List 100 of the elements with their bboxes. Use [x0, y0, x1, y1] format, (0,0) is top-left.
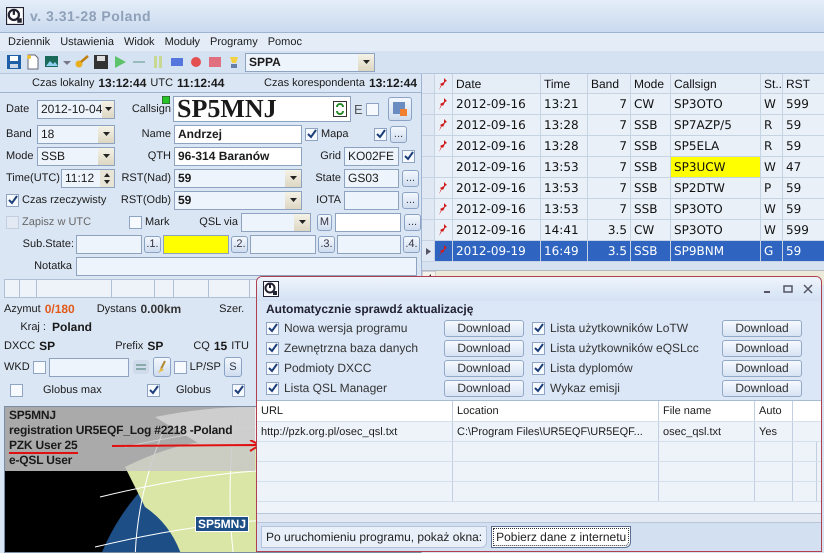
name-field[interactable]: Andrzej: [174, 124, 302, 144]
download-button[interactable]: Download: [722, 360, 802, 376]
sub-state-button[interactable]: .1.: [144, 236, 161, 252]
sub-state-button[interactable]: .2.: [231, 236, 248, 252]
state-field[interactable]: GS03: [344, 168, 399, 188]
column-header[interactable]: Location: [453, 401, 659, 421]
option-label[interactable]: Lista użytkowników LoTW: [532, 321, 722, 335]
log-row[interactable]: 2012-09-16 13:28 7 SSB SP7AZP/5 R 59: [422, 115, 824, 136]
maximize-icon[interactable]: [783, 284, 793, 294]
option-label[interactable]: Zewnętrzna baza danych: [266, 341, 444, 355]
menu-item[interactable]: Pomoc: [264, 36, 306, 48]
swap-icon[interactable]: [132, 358, 150, 376]
checkbox[interactable]: [266, 342, 279, 354]
column-header[interactable]: Time: [541, 74, 588, 93]
square-icon[interactable]: [207, 54, 223, 70]
sub-state-button[interactable]: .3.: [318, 236, 335, 252]
scrollbar[interactable]: [257, 513, 821, 523]
menu-item[interactable]: Moduły: [160, 36, 204, 48]
download-button[interactable]: Download: [722, 340, 802, 356]
qsl-via-dropdown[interactable]: [241, 212, 311, 232]
option-label[interactable]: Lista QSL Manager: [266, 381, 444, 395]
brush-button[interactable]: [152, 357, 171, 377]
column-header[interactable]: RST: [783, 74, 824, 93]
sub-state-button[interactable]: .4.: [403, 236, 420, 252]
mode-dropdown[interactable]: SSB: [37, 146, 115, 166]
download-button[interactable]: Download: [444, 340, 524, 356]
option-label[interactable]: Lista dyplomów: [532, 361, 722, 375]
profile-dropdown[interactable]: SPPA: [245, 52, 375, 72]
menu-item[interactable]: Widok: [120, 36, 159, 48]
checkbox[interactable]: [532, 362, 545, 374]
band-dropdown[interactable]: 18: [37, 124, 115, 144]
checkbox[interactable]: [532, 322, 545, 334]
log-row[interactable]: 2012-09-16 13:28 7 SSB SP5ELA R 59: [422, 136, 824, 157]
s-button[interactable]: S: [224, 357, 242, 377]
download-button[interactable]: Download: [444, 320, 524, 336]
more-button[interactable]: ...: [402, 192, 419, 208]
sub-state-field[interactable]: [76, 234, 142, 254]
row-selector[interactable]: [422, 241, 435, 261]
menu-item[interactable]: Ustawienia: [56, 36, 118, 48]
checkbox[interactable]: [305, 128, 318, 140]
option-label[interactable]: Nowa wersja programu: [266, 321, 444, 335]
record-icon[interactable]: [188, 54, 204, 70]
checkbox[interactable]: [174, 360, 187, 374]
option-label[interactable]: Podmioty DXCC: [266, 361, 444, 375]
iota-field[interactable]: [344, 190, 399, 210]
qth-field[interactable]: 96-314 Baranów: [174, 146, 302, 166]
checkbox[interactable]: [232, 384, 245, 396]
column-header[interactable]: Band: [588, 74, 631, 93]
spinner-arrows-icon[interactable]: [100, 170, 114, 186]
wkd-field[interactable]: [48, 358, 129, 376]
sub-state-field[interactable]: [163, 234, 229, 254]
download-button[interactable]: Download: [722, 320, 802, 336]
time-spinner[interactable]: 11:12: [61, 168, 115, 188]
checkbox[interactable]: [6, 194, 19, 206]
column-header[interactable]: URL: [257, 401, 453, 421]
tab[interactable]: Pobierz dane z internetu: [491, 526, 632, 548]
checkbox[interactable]: [532, 342, 545, 354]
checkbox[interactable]: [147, 384, 160, 396]
download-button[interactable]: Download: [444, 380, 524, 396]
log-row[interactable]: 2012-09-16 13:53 7 SSB SP3OTO W 59: [422, 199, 824, 220]
log-row[interactable]: 2012-09-16 13:53 7 SSB SP3UCW W 47: [422, 157, 824, 178]
close-icon[interactable]: [803, 284, 813, 294]
column-header[interactable]: File name: [659, 401, 755, 421]
download-button[interactable]: Download: [444, 360, 524, 376]
column-header[interactable]: Mode: [631, 74, 671, 93]
tab[interactable]: Po uruchomieniu programu, pokaż okna:: [261, 526, 488, 548]
sub-state-field[interactable]: [337, 234, 401, 254]
log-row[interactable]: 2012-09-16 14:41 3.5 CW SP3OTO W 599: [422, 220, 824, 241]
sub-state-field[interactable]: [250, 234, 316, 254]
new-document-icon[interactable]: [25, 54, 41, 70]
image-icon[interactable]: [44, 54, 60, 70]
checkbox[interactable]: [129, 216, 142, 228]
more-button[interactable]: ...: [402, 170, 419, 186]
checkbox[interactable]: [532, 382, 545, 394]
column-header[interactable]: Date: [453, 74, 541, 93]
log-row[interactable]: 2012-09-16 13:21 7 CW SP3OTO W 599: [422, 94, 824, 115]
log-row[interactable]: 2012-09-19 16:49 3.5 SSB SP9BNM G 59: [422, 241, 824, 262]
option-label[interactable]: Wykaz emisji: [532, 381, 722, 395]
grid-field[interactable]: KO02FE: [344, 146, 399, 166]
checkbox[interactable]: [366, 102, 379, 116]
checkbox[interactable]: [374, 128, 387, 140]
download-button[interactable]: Download: [722, 380, 802, 396]
callsign-field[interactable]: SP5MNJ: [173, 96, 351, 122]
more-button[interactable]: ...: [390, 126, 407, 142]
date-dropdown[interactable]: 2012-10-04: [37, 100, 115, 118]
column-header[interactable]: Auto: [755, 401, 793, 421]
option-label[interactable]: Lista użytkowników eQSLcc: [532, 341, 722, 355]
checkbox[interactable]: [266, 322, 279, 334]
menu-item[interactable]: Dziennik: [4, 36, 54, 48]
m-button[interactable]: M: [317, 214, 332, 230]
rst-received-dropdown[interactable]: 59: [174, 190, 302, 210]
rst-sent-dropdown[interactable]: 59: [174, 168, 302, 188]
menu-item[interactable]: Programy: [206, 36, 262, 48]
refresh-icon[interactable]: [333, 101, 347, 117]
checkbox[interactable]: [266, 382, 279, 394]
column-header[interactable]: St...: [761, 74, 783, 93]
log-row[interactable]: 2012-09-16 13:53 7 SSB SP2DTW P 59: [422, 178, 824, 199]
more-button[interactable]: ...: [404, 214, 421, 230]
note-field[interactable]: [76, 256, 417, 276]
text-field[interactable]: [335, 212, 401, 232]
